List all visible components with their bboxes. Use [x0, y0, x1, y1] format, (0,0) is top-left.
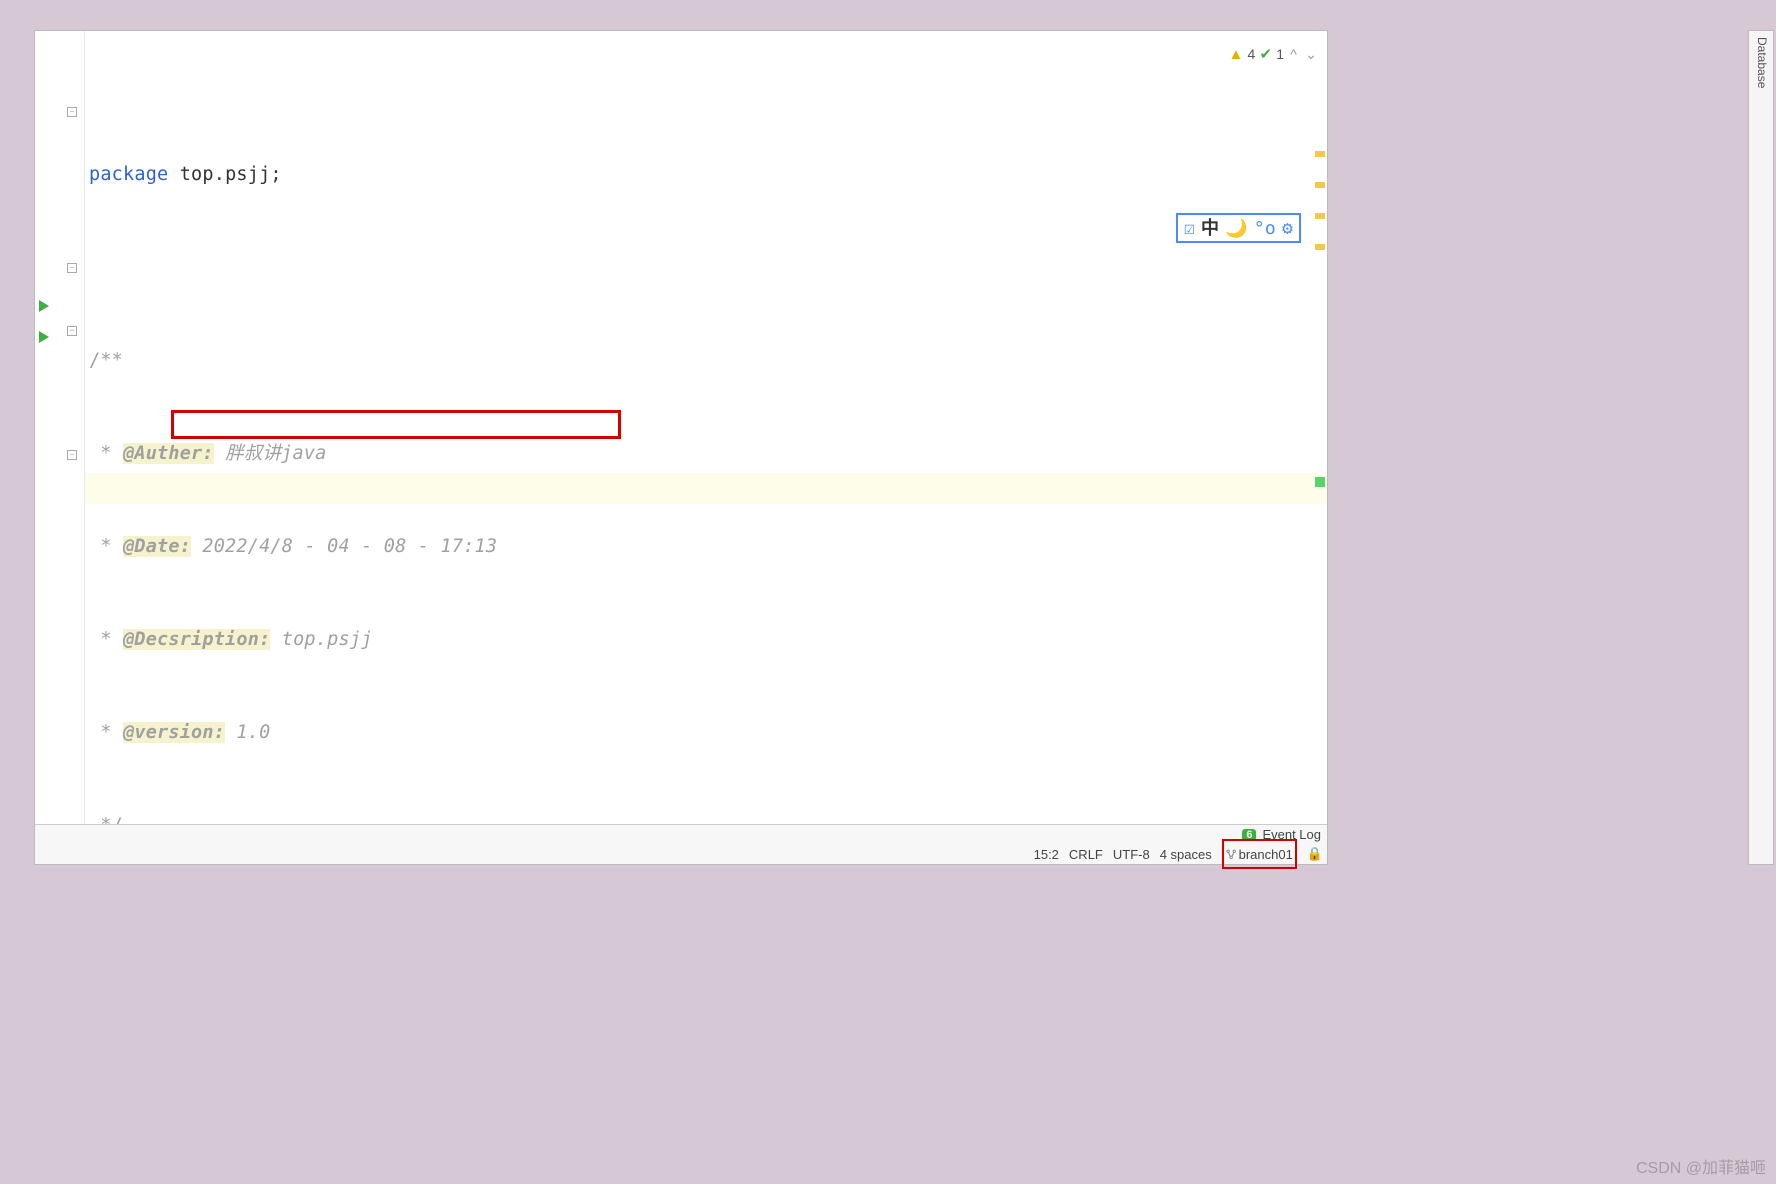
fold-icon[interactable]: −: [67, 326, 77, 336]
ime-indicator[interactable]: 中: [1201, 213, 1219, 244]
javadoc-tag: @Date:: [123, 536, 191, 557]
run-main-icon[interactable]: [39, 331, 49, 343]
caret-position[interactable]: 15:2: [1034, 847, 1059, 862]
ide-editor-window: − − − − package top.psjj; /** * @Auther:…: [34, 30, 1328, 865]
ok-count: 1: [1276, 39, 1284, 70]
prev-highlight-icon[interactable]: ^: [1288, 39, 1299, 70]
thermometer-icon[interactable]: °o: [1254, 213, 1276, 244]
run-class-icon[interactable]: [39, 300, 49, 312]
database-toolwindow-label[interactable]: Database: [1755, 37, 1769, 88]
keyword-package: package: [89, 164, 168, 185]
next-highlight-icon[interactable]: ⌄: [1303, 39, 1319, 70]
code-editor[interactable]: package top.psjj; /** * @Auther: 胖叔讲java…: [85, 31, 1327, 824]
warning-stripe[interactable]: [1315, 213, 1325, 219]
current-line-highlight: [85, 473, 1327, 504]
fold-icon[interactable]: −: [67, 263, 77, 273]
fold-icon[interactable]: −: [67, 107, 77, 117]
git-branch-widget[interactable]: 🜉 branch01: [1222, 839, 1297, 869]
caret-stripe[interactable]: [1315, 477, 1325, 487]
gutter[interactable]: − − − −: [35, 31, 85, 824]
package-name: top.psjj;: [168, 164, 281, 185]
lock-icon[interactable]: 🔒: [1307, 846, 1323, 862]
gear-icon[interactable]: ⚙: [1282, 213, 1293, 244]
branch-icon: 🜉: [1226, 841, 1237, 867]
check-icon: ✔: [1260, 39, 1273, 70]
javadoc-tag: @version:: [123, 722, 225, 743]
watermark: CSDN @加菲猫咂: [1636, 1154, 1766, 1178]
annotation-highlight-box: [171, 410, 621, 439]
right-tool-rail[interactable]: Database: [1748, 30, 1774, 865]
moon-icon[interactable]: 🌙: [1225, 213, 1248, 244]
checkbox-icon[interactable]: ☑: [1184, 213, 1195, 244]
file-encoding[interactable]: UTF-8: [1113, 847, 1150, 862]
warning-icon: ▲: [1228, 39, 1243, 70]
branch-name: branch01: [1239, 847, 1293, 862]
status-bar: 15:2 CRLF UTF-8 4 spaces 🜉 branch01 🔒: [35, 844, 1327, 864]
fold-icon[interactable]: −: [67, 450, 77, 460]
warning-stripe[interactable]: [1315, 244, 1325, 250]
floating-config-toolbar[interactable]: ☑ 中 🌙 °o ⚙: [1176, 213, 1301, 243]
comment: /**: [89, 350, 123, 371]
indent-widget[interactable]: 4 spaces: [1160, 847, 1212, 862]
javadoc-tag: @Auther:: [123, 443, 214, 464]
line-separator[interactable]: CRLF: [1069, 847, 1103, 862]
editor-area: − − − − package top.psjj; /** * @Auther:…: [35, 31, 1327, 824]
javadoc-tag: @Decsription:: [123, 629, 270, 650]
warning-stripe[interactable]: [1315, 151, 1325, 157]
warning-count: 4: [1248, 39, 1256, 70]
status-bar-event-row: 6 Event Log: [35, 824, 1327, 844]
inspection-widget[interactable]: ▲ 4 ✔ 1 ^ ⌄: [1228, 39, 1319, 70]
